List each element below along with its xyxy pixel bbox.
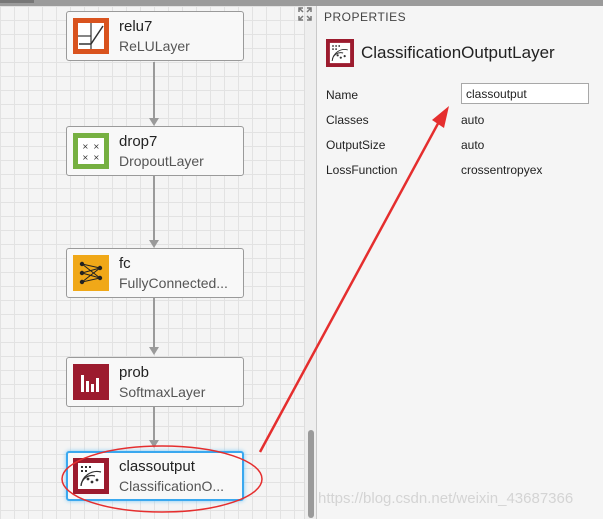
connector-line: [153, 176, 155, 241]
layer-type: ReLULayer: [119, 38, 190, 54]
dropout-icon: × × × ×: [73, 133, 109, 169]
property-label-name: Name: [326, 88, 359, 102]
connector-arrow: [149, 347, 159, 355]
svg-text:×: ×: [93, 142, 100, 151]
layer-node-relu7[interactable]: relu7 ReLULayer: [66, 11, 244, 61]
layer-type: ClassificationO...: [119, 478, 225, 494]
property-value-classes: auto: [461, 113, 485, 127]
layer-type-heading: ClassificationOutputLayer: [361, 43, 555, 62]
svg-text:×: ×: [93, 153, 100, 162]
softmax-icon: [73, 364, 109, 400]
layer-name: drop7: [119, 133, 158, 150]
layer-node-prob[interactable]: prob SoftmaxLayer: [66, 357, 244, 407]
property-value-outputsize: auto: [461, 138, 485, 152]
connector-arrow: [149, 240, 159, 248]
connector-arrow: [149, 118, 159, 126]
toolbar-nub: [0, 0, 34, 3]
svg-text:×: ×: [82, 153, 89, 162]
property-value-lossfunction: crossentropyex: [461, 163, 543, 177]
property-label-lossfunction: LossFunction: [326, 163, 398, 177]
connector-line: [153, 298, 155, 348]
properties-title: PROPERTIES: [324, 10, 407, 24]
layer-name: classoutput: [119, 458, 195, 475]
layer-name: relu7: [119, 18, 153, 35]
classification-output-icon: [73, 458, 109, 494]
layer-type: SoftmaxLayer: [119, 384, 206, 400]
layer-node-classoutput[interactable]: classoutput ClassificationO...: [66, 451, 244, 501]
layer-name: prob: [119, 364, 150, 381]
watermark: https://blog.csdn.net/weixin_43687366: [318, 490, 574, 507]
svg-text:×: ×: [82, 142, 89, 151]
name-field[interactable]: [461, 83, 589, 104]
property-label-outputsize: OutputSize: [326, 138, 386, 152]
connector-arrow: [149, 440, 159, 448]
classification-output-icon: [326, 39, 354, 67]
layer-type: FullyConnected...: [119, 275, 228, 291]
layer-node-fc[interactable]: fc FullyConnected...: [66, 248, 244, 298]
layer-type: DropoutLayer: [119, 153, 204, 169]
fully-connected-icon: [73, 255, 109, 291]
relu-icon: [73, 18, 109, 54]
scrollbar-thumb[interactable]: [308, 430, 314, 518]
connector-line: [153, 407, 155, 441]
layer-node-drop7[interactable]: × × × × drop7 DropoutLayer: [66, 126, 244, 176]
property-label-classes: Classes: [326, 113, 369, 127]
layer-name: fc: [119, 255, 131, 272]
expand-icon[interactable]: [297, 6, 313, 22]
connector-line: [153, 62, 155, 119]
